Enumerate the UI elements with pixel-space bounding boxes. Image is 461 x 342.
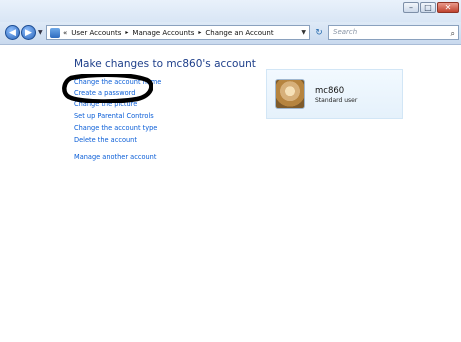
back-button[interactable]: ◀ (5, 25, 20, 40)
page-title: Make changes to mc860's account (74, 58, 256, 70)
navigation-bar: ◀ ▶ ▼ « User Accounts ▸ Manage Accounts … (0, 22, 461, 45)
address-bar[interactable]: « User Accounts ▸ Manage Accounts ▸ Chan… (46, 25, 310, 40)
forward-arrow-icon: ▶ (25, 27, 32, 38)
minimize-button[interactable]: – (403, 2, 419, 13)
breadcrumb-change-account[interactable]: Change an Account (205, 29, 273, 37)
account-name: mc860 (315, 86, 345, 96)
search-input[interactable]: Search ⌕ (328, 25, 459, 40)
window-controls: – □ ✕ (403, 2, 459, 13)
breadcrumb-separator-icon[interactable]: ▸ (125, 29, 128, 36)
breadcrumb-separator-icon[interactable]: ▸ (198, 29, 201, 36)
maximize-button[interactable]: □ (420, 2, 436, 13)
back-arrow-icon: ◀ (9, 27, 16, 38)
recent-pages-dropdown[interactable]: ▼ (38, 29, 43, 36)
account-card: mc860 Standard user (266, 69, 403, 119)
breadcrumb-overflow[interactable]: « (63, 29, 67, 37)
refresh-button[interactable]: ↻ (312, 25, 326, 40)
breadcrumb-user-accounts[interactable]: User Accounts (71, 29, 121, 37)
close-button[interactable]: ✕ (437, 2, 459, 13)
avatar (275, 79, 305, 109)
manage-another-account-link[interactable]: Manage another account (74, 153, 156, 161)
delete-account-link[interactable]: Delete the account (74, 136, 137, 144)
change-account-type-link[interactable]: Change the account type (74, 124, 157, 132)
refresh-icon: ↻ (315, 27, 323, 38)
parental-controls-link[interactable]: Set up Parental Controls (74, 112, 154, 120)
address-dropdown-icon[interactable]: ▼ (301, 29, 306, 36)
control-panel-icon (50, 27, 60, 38)
forward-button[interactable]: ▶ (21, 25, 36, 40)
highlight-circle (62, 74, 153, 103)
search-icon[interactable]: ⌕ (451, 27, 455, 40)
account-type: Standard user (315, 97, 358, 104)
window-titlebar: – □ ✕ (0, 0, 461, 22)
breadcrumb-manage-accounts[interactable]: Manage Accounts (132, 29, 194, 37)
search-placeholder: Search (333, 28, 358, 36)
